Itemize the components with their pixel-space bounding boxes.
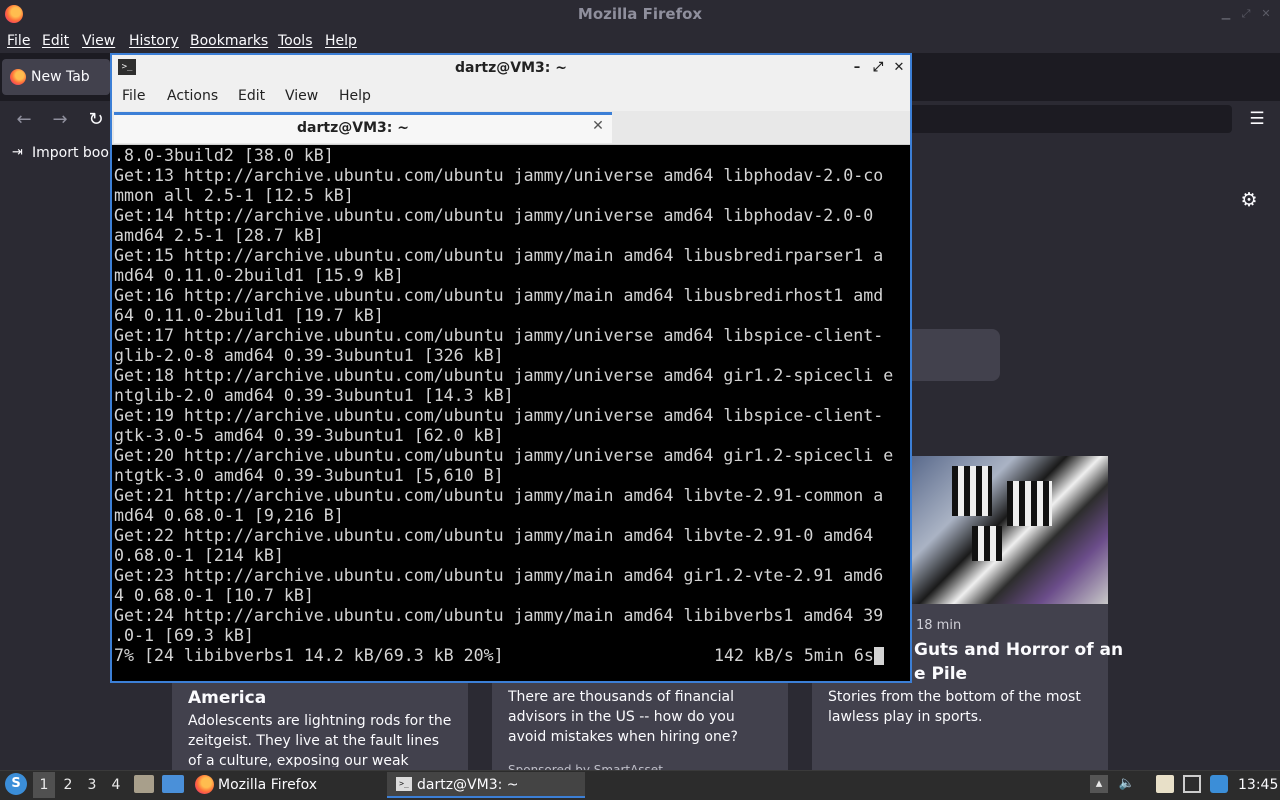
- workspace-1[interactable]: 1: [33, 772, 55, 798]
- file-manager-icon[interactable]: [134, 775, 154, 793]
- reload-icon[interactable]: ↻: [84, 108, 108, 132]
- back-icon[interactable]: ←: [12, 108, 36, 132]
- card-meta: 18 min: [916, 618, 962, 633]
- firefox-window-title: Mozilla Firefox: [577, 5, 703, 23]
- forward-icon[interactable]: →: [48, 108, 72, 132]
- menu-bookmarks[interactable]: Bookmarks: [190, 29, 268, 53]
- terminal-window-title: dartz@VM3: ~: [455, 60, 567, 76]
- workspace-2[interactable]: 2: [57, 772, 79, 798]
- menu-history[interactable]: History: [129, 29, 179, 53]
- taskbar-terminal-label: dartz@VM3: ~: [417, 777, 519, 793]
- display-icon[interactable]: [1183, 775, 1201, 793]
- card-title: America: [188, 688, 267, 708]
- firefox-menubar: File Edit View History Bookmarks Tools H…: [0, 29, 1280, 53]
- firefox-icon: [195, 775, 214, 794]
- menu-file[interactable]: File: [122, 81, 145, 111]
- gear-icon[interactable]: ⚙: [1238, 189, 1260, 211]
- card-sponsor: Sponsored by SmartAsset: [508, 763, 663, 770]
- network-icon[interactable]: [1210, 775, 1228, 793]
- menu-edit[interactable]: Edit: [42, 29, 69, 53]
- menu-help[interactable]: Help: [339, 81, 371, 111]
- workspace-4[interactable]: 4: [105, 772, 127, 798]
- firefox-tab-icon: [10, 69, 26, 85]
- menu-help[interactable]: Help: [325, 29, 357, 53]
- volume-icon[interactable]: 🔈: [1118, 775, 1136, 793]
- menu-edit[interactable]: Edit: [238, 81, 265, 111]
- show-desktop-icon[interactable]: [162, 775, 184, 793]
- firefox-logo-icon: [5, 5, 23, 23]
- tab-label: New Tab: [31, 69, 90, 85]
- url-bar[interactable]: [900, 105, 1232, 133]
- terminal-menubar: File Actions Edit View Help: [112, 81, 910, 111]
- football-photo: [912, 456, 1108, 604]
- menu-view[interactable]: View: [82, 29, 115, 53]
- hamburger-menu-icon[interactable]: ☰: [1246, 108, 1268, 130]
- taskbar-firefox-label: Mozilla Firefox: [218, 777, 318, 793]
- close-icon[interactable]: ✕: [1260, 8, 1272, 20]
- card-title-line2: e Pile: [914, 664, 968, 684]
- minimize-icon[interactable]: –: [848, 58, 866, 78]
- progress-status: 7% [24 libibverbs1 14.2 kB/69.3 kB 20%]: [114, 646, 504, 665]
- clipboard-icon[interactable]: [1156, 775, 1174, 793]
- menu-file[interactable]: File: [7, 29, 30, 53]
- tray-expand-icon[interactable]: ▴: [1090, 775, 1108, 793]
- card-body: There are thousands of financial advisor…: [508, 689, 738, 745]
- terminal-output[interactable]: .8.0-3build2 [38.0 kB] Get:13 http://arc…: [114, 146, 910, 680]
- menu-actions[interactable]: Actions: [167, 81, 218, 111]
- card-body: Adolescents are lightning rods for the z…: [188, 713, 452, 767]
- card-title-line1: Guts and Horror of an: [914, 640, 1124, 660]
- minimize-icon[interactable]: ▁: [1220, 8, 1232, 20]
- menu-view[interactable]: View: [285, 81, 318, 111]
- terminal-cursor: [874, 647, 884, 665]
- workspace-3[interactable]: 3: [81, 772, 103, 798]
- terminal-icon: >_: [396, 777, 412, 791]
- terminal-tab-label: dartz@VM3: ~: [297, 120, 409, 136]
- download-rate: 142 kB/s 5min 6s: [714, 646, 874, 665]
- maximize-icon[interactable]: ⤢: [869, 58, 887, 78]
- start-menu-icon[interactable]: S: [5, 773, 27, 795]
- import-icon: ⇥: [12, 145, 23, 160]
- maximize-icon[interactable]: ⤢: [1240, 8, 1252, 20]
- close-icon[interactable]: ✕: [890, 58, 908, 78]
- menu-tools[interactable]: Tools: [278, 29, 313, 53]
- clock: 13:45: [1238, 777, 1279, 793]
- tab-close-icon[interactable]: ✕: [590, 116, 606, 136]
- card-body: Stories from the bottom of the most lawl…: [828, 689, 1081, 725]
